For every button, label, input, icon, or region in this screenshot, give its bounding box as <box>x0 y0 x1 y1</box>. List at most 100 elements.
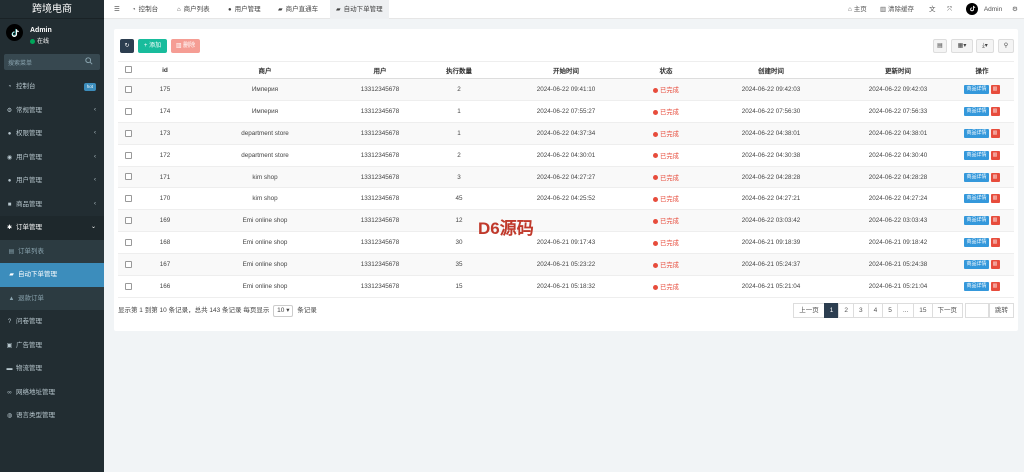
sidebar-search[interactable]: 搜索菜单 <box>4 54 100 70</box>
table-row[interactable]: 175 Империя 13312345678 2 2024-06-22 09:41:1… <box>118 78 1014 101</box>
column-header-updated[interactable]: 更新时间 <box>846 61 950 79</box>
sidebar-item-users-2[interactable]: ● 用户管理 ‹ <box>0 169 104 193</box>
page-3-button[interactable]: 3 <box>852 303 869 318</box>
product-detail-button[interactable]: 商品详情 <box>964 238 989 248</box>
column-header-quantity[interactable]: 执行数量 <box>422 61 496 79</box>
refresh-button[interactable]: ↻ <box>120 39 134 53</box>
sidebar-item-permission[interactable]: ● 权限管理 ‹ <box>0 122 104 146</box>
table-row[interactable]: 169 Emi online shop 13312345678 12 已完成 2024-0… <box>118 209 1014 233</box>
select-all-checkbox[interactable] <box>118 61 138 79</box>
page-size-select[interactable]: 10 ▾ <box>273 305 294 317</box>
row-checkbox[interactable] <box>118 209 138 233</box>
fullscreen-icon[interactable]: ⤧ <box>947 0 952 19</box>
delete-row-button[interactable]: ▥ <box>990 106 1000 116</box>
product-detail-button[interactable]: 商品详情 <box>964 260 989 270</box>
sidebar-item-products[interactable]: ■ 商品管理 ‹ <box>0 193 104 217</box>
product-detail-button[interactable]: 商品详情 <box>964 281 989 291</box>
export-button[interactable]: ⤓▾ <box>976 39 994 53</box>
product-detail-button[interactable]: 商品详情 <box>964 216 989 226</box>
tab-dashboard[interactable]: ◔ 控制台 <box>126 0 164 19</box>
delete-row-button[interactable]: ▥ <box>990 150 1000 160</box>
column-header-id[interactable]: id <box>138 61 192 79</box>
delete-row-button[interactable]: ▥ <box>990 194 1000 204</box>
sidebar-item-ads[interactable]: ▣ 广告管理 <box>0 334 104 358</box>
tab-merchant-express[interactable]: ▰ 商户直通车 <box>272 0 324 19</box>
table-row[interactable]: 166 Emi online shop 13312345678 15 2024-06-2… <box>118 275 1014 298</box>
delete-button[interactable]: ▥ 删除 <box>171 39 200 53</box>
product-detail-button[interactable]: 商品详情 <box>964 150 989 160</box>
toggle-view-button[interactable]: ▤ <box>933 39 947 53</box>
add-button[interactable]: + 添加 <box>138 39 167 53</box>
product-detail-button[interactable]: 商品详情 <box>964 106 989 116</box>
column-header-start-time[interactable]: 开始时间 <box>496 61 636 79</box>
sidebar-item-logistics[interactable]: ▬ 物流管理 <box>0 357 104 381</box>
jump-page-input[interactable] <box>965 303 989 318</box>
product-detail-button[interactable]: 商品详情 <box>964 84 989 94</box>
table-row[interactable]: 167 Emi online shop 13312345678 35 2024-06-2… <box>118 253 1014 277</box>
clear-cache-button[interactable]: ▥ 清除缓存 <box>880 0 914 19</box>
sidebar-item-order-list[interactable]: ▤ 订单列表 <box>0 239 104 263</box>
table-row[interactable]: 170 kim shop 13312345678 45 2024-06-22 04:25… <box>118 187 1014 211</box>
admin-menu[interactable]: Admin <box>966 0 1002 19</box>
cell-user: 13312345678 <box>338 187 422 211</box>
page-15-button[interactable]: 15 <box>913 303 933 318</box>
column-header-created[interactable]: 创建时间 <box>696 61 846 79</box>
hamburger-icon[interactable]: ☰ <box>108 0 126 19</box>
search-button[interactable]: ⚲ <box>998 39 1014 53</box>
product-detail-button[interactable]: 商品详情 <box>964 194 989 204</box>
page-5-button[interactable]: 5 <box>882 303 898 318</box>
gear-icon[interactable]: ⚙ <box>1012 0 1018 19</box>
sidebar-item-language[interactable]: ◍ 语言类型管理 <box>0 404 104 428</box>
status-dot-icon <box>653 219 659 225</box>
sidebar-item-survey[interactable]: ? 问卷管理 <box>0 310 104 334</box>
page-1-button[interactable]: 1 <box>823 303 840 318</box>
sidebar-item-general[interactable]: ⚙ 常规管理 ‹ <box>0 99 104 123</box>
sidebar-item-network[interactable]: ∞ 网络地址管理 <box>0 381 104 405</box>
product-detail-button[interactable]: 商品详情 <box>964 128 989 138</box>
delete-row-button[interactable]: ▥ <box>990 84 1000 94</box>
table-row[interactable]: 173 department store 13312345678 1 2024-06-2… <box>118 122 1014 145</box>
tab-auto-order[interactable]: ▰ 自动下单管理 <box>330 0 389 19</box>
row-checkbox[interactable] <box>118 187 138 211</box>
language-icon[interactable]: 文 <box>929 0 936 19</box>
product-detail-button[interactable]: 商品详情 <box>964 172 989 182</box>
row-checkbox[interactable] <box>118 253 138 277</box>
search-icon[interactable] <box>85 57 93 65</box>
delete-row-button[interactable]: ▥ <box>990 172 1000 182</box>
row-checkbox[interactable] <box>118 275 138 298</box>
brand-logo[interactable]: 跨境电商 <box>0 0 104 19</box>
prev-page-button[interactable]: 上一页 <box>793 303 825 318</box>
next-page-button[interactable]: 下一页 <box>931 303 963 318</box>
status-dot-icon <box>653 87 659 93</box>
home-link[interactable]: ⌂ 主页 <box>848 0 867 19</box>
jump-button[interactable]: 跳转 <box>989 303 1014 318</box>
sidebar-item-users[interactable]: ◉ 用户管理 ‹ <box>0 146 104 170</box>
delete-row-button[interactable]: ▥ <box>990 260 1000 270</box>
row-checkbox[interactable] <box>118 231 138 255</box>
delete-row-button[interactable]: ▥ <box>990 216 1000 226</box>
sidebar-item-dashboard[interactable]: ◔ 控制台 hot <box>0 75 104 99</box>
row-checkbox[interactable] <box>118 144 138 167</box>
delete-row-button[interactable]: ▥ <box>990 238 1000 248</box>
row-checkbox[interactable] <box>118 122 138 145</box>
column-header-status[interactable]: 状态 <box>636 61 696 79</box>
column-header-merchant[interactable]: 商户 <box>192 61 338 79</box>
columns-button[interactable]: ▦▾ <box>951 39 973 53</box>
tab-merchant-list[interactable]: ⌂ 商户列表 <box>171 0 216 19</box>
sidebar-item-auto-order[interactable]: ▰ 自动下单管理 <box>0 263 104 287</box>
page-4-button[interactable]: 4 <box>867 303 884 318</box>
table-row[interactable]: 171 kim shop 13312345678 3 2024-06-22 04:27:… <box>118 166 1014 189</box>
row-checkbox[interactable] <box>118 100 138 123</box>
page-2-button[interactable]: 2 <box>838 303 854 318</box>
delete-row-button[interactable]: ▥ <box>990 128 1000 138</box>
row-checkbox[interactable] <box>118 166 138 189</box>
tab-user-management[interactable]: ● 用户管理 <box>222 0 267 19</box>
row-checkbox[interactable] <box>118 78 138 101</box>
delete-row-button[interactable]: ▥ <box>990 281 1000 291</box>
sidebar-item-orders[interactable]: ✱ 订单管理 ⌄ <box>0 216 104 240</box>
sidebar-item-refund[interactable]: ▲ 退款订单 <box>0 286 104 310</box>
table-row[interactable]: 168 Emi online shop 13312345678 30 2024-06-2… <box>118 231 1014 255</box>
table-row[interactable]: 174 Империя 13312345678 1 2024-06-22 07:55:2… <box>118 100 1014 123</box>
table-row[interactable]: 172 department store 13312345678 2 2024-06-2… <box>118 144 1014 167</box>
column-header-user[interactable]: 用户 <box>338 61 422 79</box>
